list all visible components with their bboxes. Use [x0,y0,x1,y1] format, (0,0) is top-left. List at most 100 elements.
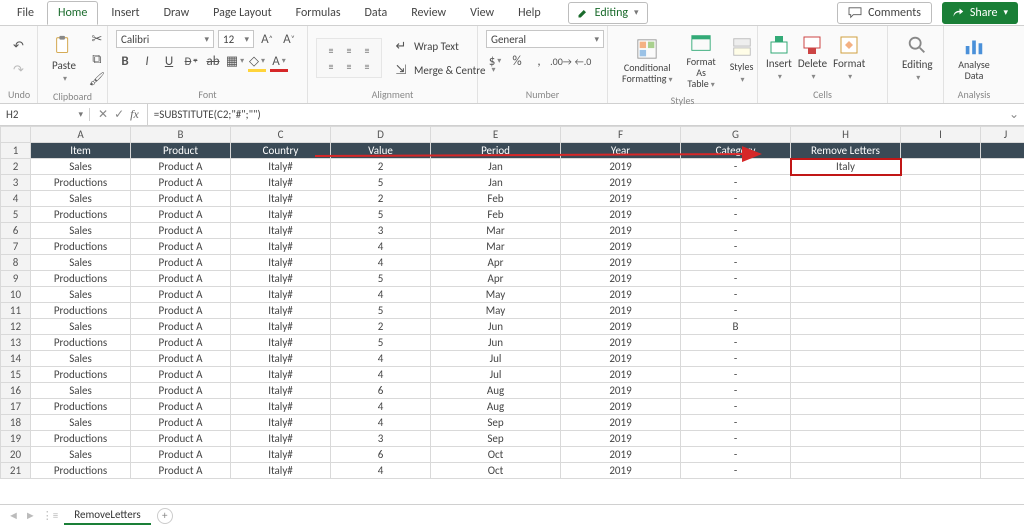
currency-button[interactable]: $▾ [486,52,504,70]
cell[interactable]: Italy# [231,191,331,207]
comments-button[interactable]: Comments [837,2,932,24]
cell[interactable] [981,239,1024,255]
cell[interactable] [901,335,981,351]
tab-page-layout[interactable]: Page Layout [202,1,282,24]
cell[interactable]: Italy [791,159,901,175]
cell[interactable] [981,191,1024,207]
cell[interactable] [791,383,901,399]
col-header-A[interactable]: A [31,127,131,143]
cell[interactable]: May [431,303,561,319]
conditional-formatting-button[interactable]: Conditional Formatting▾ [616,36,678,87]
cell[interactable] [981,367,1024,383]
insert-cells-button[interactable]: Insert▾ [766,35,792,82]
cell[interactable] [791,191,901,207]
cell[interactable]: 2019 [561,271,681,287]
cell[interactable]: Jul [431,367,561,383]
percent-button[interactable]: % [508,52,526,70]
cell[interactable]: Apr [431,255,561,271]
cell[interactable] [791,399,901,415]
header-cell[interactable]: Category [681,143,791,159]
cell[interactable]: Productions [31,431,131,447]
cell[interactable] [901,367,981,383]
cell[interactable]: Italy# [231,239,331,255]
cell[interactable] [791,447,901,463]
cell[interactable] [901,447,981,463]
header-cell[interactable] [981,143,1024,159]
cell[interactable]: - [681,159,791,175]
cell[interactable]: Productions [31,399,131,415]
cell[interactable]: 2 [331,319,431,335]
header-cell[interactable]: Period [431,143,561,159]
cell[interactable]: B [681,319,791,335]
cell[interactable]: Sales [31,383,131,399]
cell[interactable]: Jan [431,175,561,191]
cell[interactable] [981,303,1024,319]
cell[interactable]: 2019 [561,415,681,431]
cell[interactable]: 2019 [561,239,681,255]
cell[interactable] [981,463,1024,479]
delete-cells-button[interactable]: Delete▾ [798,35,827,82]
cell[interactable] [981,415,1024,431]
cell[interactable] [901,319,981,335]
format-cells-button[interactable]: Format▾ [833,35,865,82]
col-header-B[interactable]: B [131,127,231,143]
select-all-corner[interactable] [1,127,31,143]
col-header-D[interactable]: D [331,127,431,143]
sheet-tab[interactable]: RemoveLetters [64,506,150,525]
redo-button[interactable]: ↷ [10,61,28,79]
cell[interactable]: - [681,271,791,287]
cell[interactable] [981,399,1024,415]
cell[interactable]: Product A [131,319,231,335]
cell[interactable] [791,431,901,447]
strike-button[interactable]: D▾ [182,52,200,70]
cell[interactable]: Product A [131,431,231,447]
cell[interactable]: 2 [331,191,431,207]
cell[interactable] [901,399,981,415]
cell[interactable]: - [681,207,791,223]
add-sheet-button[interactable]: + [157,508,173,524]
cell[interactable] [981,383,1024,399]
cell[interactable]: Sales [31,319,131,335]
cell[interactable]: 2019 [561,431,681,447]
underline-button[interactable]: U [160,52,178,70]
align-right[interactable]: ≡ [359,59,375,73]
row-header-4[interactable]: 4 [1,191,31,207]
tab-file[interactable]: File [6,1,45,24]
cell[interactable]: 5 [331,207,431,223]
cell[interactable]: - [681,335,791,351]
cell[interactable]: Productions [31,303,131,319]
cell[interactable]: 2019 [561,319,681,335]
cell[interactable]: Productions [31,271,131,287]
cell[interactable]: Product A [131,463,231,479]
cell[interactable]: - [681,255,791,271]
cell[interactable]: Product A [131,351,231,367]
cell[interactable] [791,287,901,303]
expand-formula-bar[interactable]: ⌄ [1004,107,1024,122]
cell[interactable] [901,255,981,271]
cell[interactable] [791,239,901,255]
formula-input[interactable]: =SUBSTITUTE(C2;"#";"") [148,108,1004,121]
col-header-I[interactable]: I [901,127,981,143]
cell[interactable]: Italy# [231,351,331,367]
cell[interactable] [981,175,1024,191]
cell[interactable]: Italy# [231,415,331,431]
undo-button[interactable]: ↶ [10,37,28,55]
editing-group-button[interactable]: Editing▾ [896,32,939,85]
cell[interactable] [981,287,1024,303]
header-cell[interactable]: Remove Letters [791,143,901,159]
editing-mode-button[interactable]: Editing ▾ [568,2,648,24]
row-header-19[interactable]: 19 [1,431,31,447]
cell[interactable]: Mar [431,239,561,255]
cell[interactable] [901,287,981,303]
cell[interactable]: 5 [331,271,431,287]
row-header-16[interactable]: 16 [1,383,31,399]
cell[interactable]: Sales [31,159,131,175]
row-header-13[interactable]: 13 [1,335,31,351]
cell[interactable]: Italy# [231,175,331,191]
cell[interactable]: Sales [31,287,131,303]
cell[interactable]: 5 [331,335,431,351]
cell[interactable]: - [681,399,791,415]
cell[interactable]: Productions [31,207,131,223]
font-size-select[interactable]: 12▾ [218,30,254,48]
cell[interactable]: Product A [131,415,231,431]
